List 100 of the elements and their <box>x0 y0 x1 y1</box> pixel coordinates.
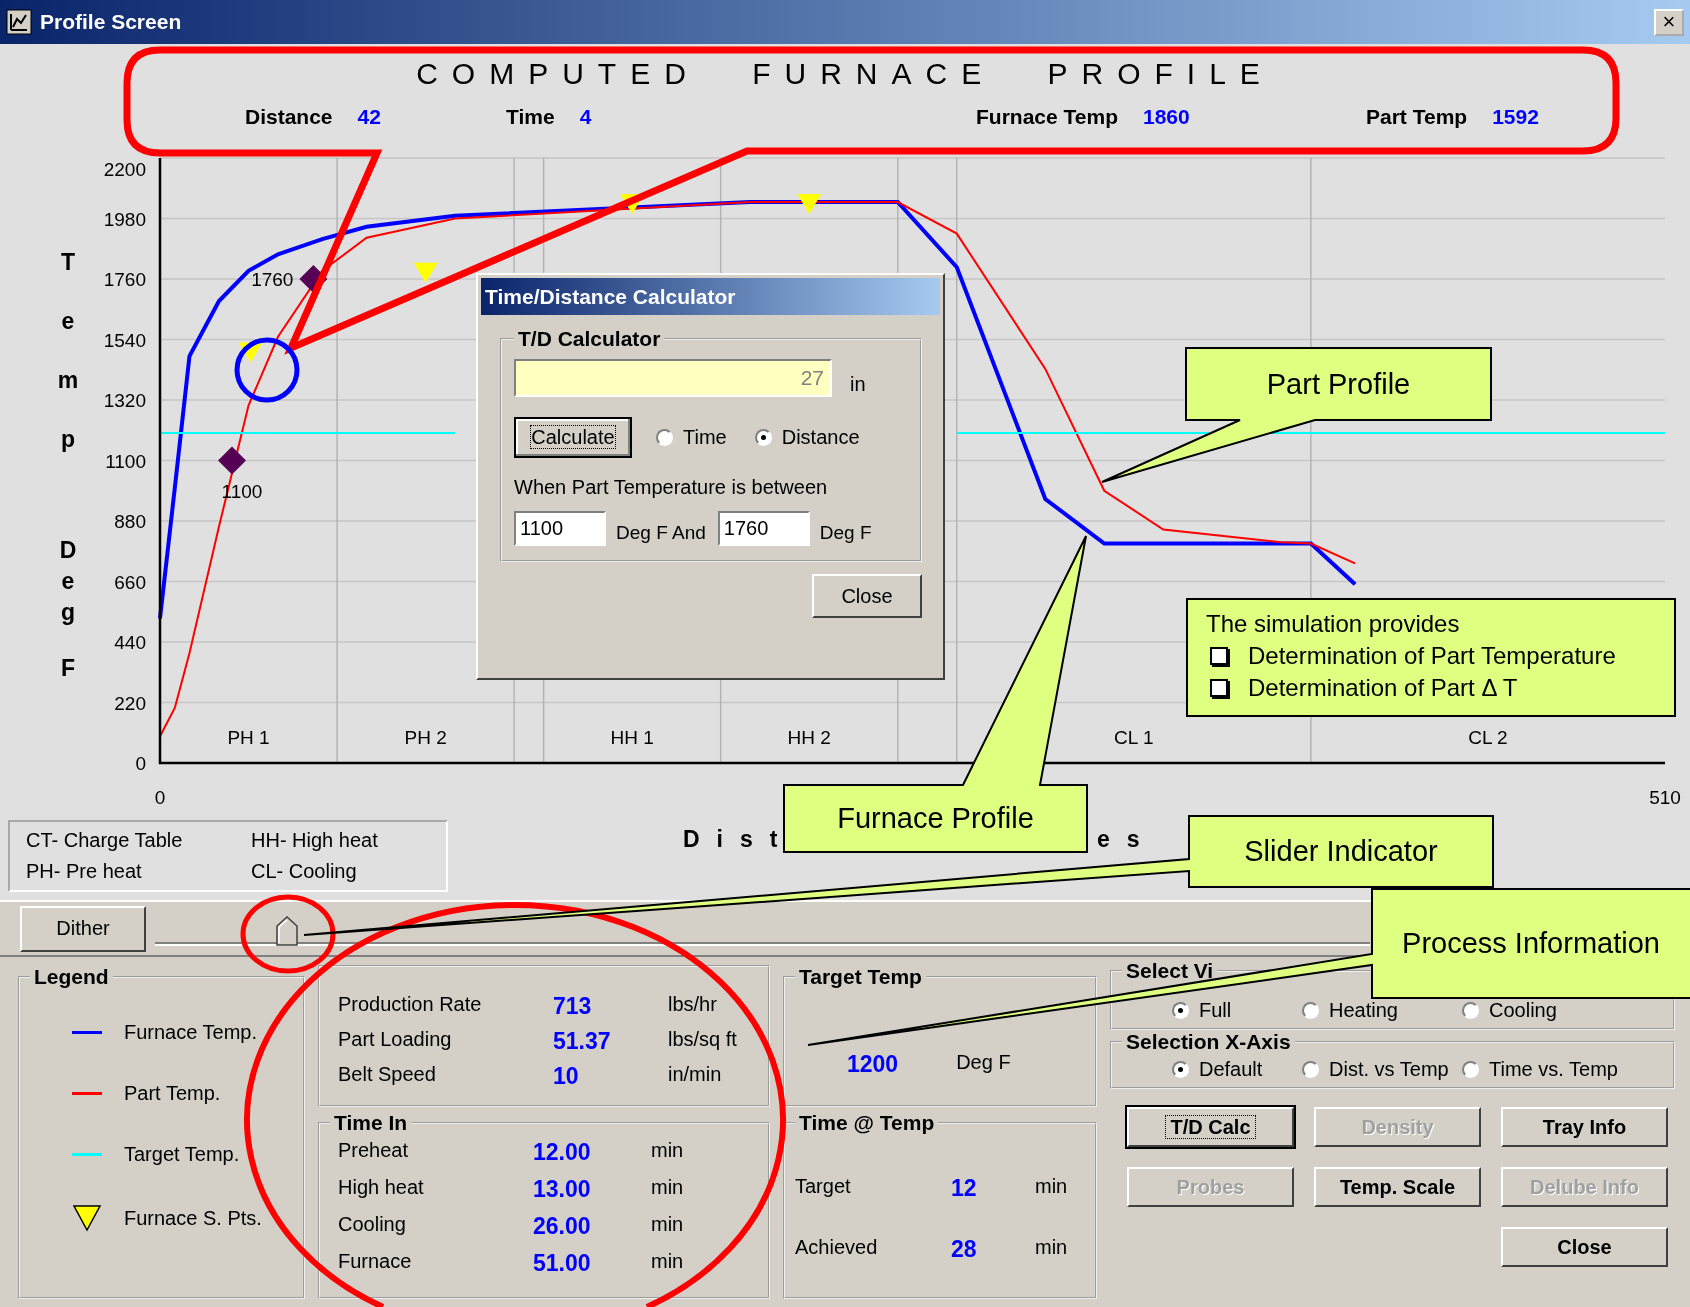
unit-label: lbs/hr <box>668 993 718 1017</box>
field-label: Production Rate <box>338 993 483 1017</box>
chart-title: COMPUTED FURNACE PROFILE <box>415 56 1275 92</box>
field-label: Belt Speed <box>338 1063 437 1087</box>
radio-label[interactable]: Heating <box>1329 999 1398 1022</box>
legend-label: Target Temp. <box>124 1143 240 1166</box>
callout-text: Slider Indicator <box>1244 835 1438 868</box>
legend-label: Part Temp. <box>124 1082 221 1105</box>
input-field[interactable]: 1100 <box>514 511 606 546</box>
callout-text: Furnace Profile <box>837 802 1034 835</box>
legend-label: Furnace Temp. <box>124 1021 258 1044</box>
tick-label: 1760 <box>103 269 146 290</box>
radio-label[interactable]: Full <box>1199 999 1232 1022</box>
zone-label: HH 1 <box>610 727 654 748</box>
tick-label: 510 <box>1649 787 1681 808</box>
stat-value: 1860 <box>1143 104 1190 130</box>
input-field[interactable]: 1760 <box>717 511 810 546</box>
field-label: Part Loading <box>338 1028 453 1052</box>
axis-title-letter: e <box>61 568 75 594</box>
zone-label: CL 1 <box>1114 727 1154 748</box>
group-title: T/D Calculator <box>517 327 662 351</box>
group-title: Select Vi <box>1125 959 1215 983</box>
abbreviation-text: HH- High heat <box>251 829 379 852</box>
axis-title-letter: g <box>60 599 76 625</box>
unit-label: min <box>1035 1236 1069 1260</box>
unit-label: in/min <box>668 1063 723 1087</box>
radio-label[interactable]: Time <box>683 426 727 449</box>
radio-label[interactable]: Cooling <box>1489 999 1557 1022</box>
stat-label: Part Temp <box>1366 104 1468 130</box>
stat-value: 4 <box>579 104 592 130</box>
action-button[interactable]: Tray Info <box>1501 1107 1668 1147</box>
radio-label[interactable]: Dist. vs Temp <box>1329 1058 1449 1081</box>
tick-label: 440 <box>114 632 146 653</box>
window-title: Profile Screen <box>40 10 183 34</box>
stat-value: 42 <box>357 104 381 130</box>
abbreviation-text: PH- Pre heat <box>26 860 143 883</box>
dialog-title: Time/Distance Calculator <box>481 278 940 315</box>
unit-label: min <box>1035 1175 1069 1199</box>
unit-label: Deg F <box>956 1051 1011 1075</box>
axis-title-letter: D <box>59 537 77 563</box>
close-button[interactable]: × <box>1654 8 1684 36</box>
unit-label: min <box>651 1139 685 1163</box>
unit-label: lbs/sq ft <box>668 1028 738 1052</box>
field-value: 13.00 <box>533 1176 592 1203</box>
legend-label: Furnace S. Pts. <box>124 1206 262 1230</box>
unit-label: min <box>651 1176 685 1200</box>
note-text: Determination of Part Temperature <box>1248 642 1616 670</box>
action-button[interactable]: T/D Calc <box>1127 1107 1294 1147</box>
zone-label: CL 2 <box>1468 727 1508 748</box>
field-label: Cooling <box>338 1213 407 1237</box>
action-button[interactable]: Close <box>1501 1227 1668 1267</box>
tick-label: 1100 <box>105 450 146 472</box>
action-button[interactable]: Temp. Scale <box>1314 1167 1481 1207</box>
tick-label: 0 <box>154 787 166 808</box>
callout-text: Part Profile <box>1266 367 1411 401</box>
field-label: Furnace <box>338 1250 413 1274</box>
field-value: 12 <box>951 1175 978 1202</box>
tick-label: 660 <box>114 571 146 593</box>
result-field[interactable]: 27 <box>514 359 832 397</box>
dither-button[interactable]: Dither <box>20 905 146 952</box>
axis-title-letter: e <box>61 308 75 334</box>
unit-label: in <box>850 372 866 396</box>
zone-label: PH 2 <box>404 727 447 748</box>
field-label: High heat <box>338 1176 425 1200</box>
abbreviation-text: CT- Charge Table <box>26 829 184 852</box>
group-title: Selection X-Axis <box>1125 1030 1292 1054</box>
axis-title-letter: p <box>60 426 76 452</box>
field-label: Achieved <box>795 1236 879 1260</box>
unit-label: min <box>651 1250 685 1274</box>
tick-label: 1540 <box>103 329 146 351</box>
group-title: Time @ Temp <box>798 1111 936 1135</box>
axis-title-letter: T <box>60 249 76 275</box>
tick-label: 0 <box>135 753 146 774</box>
axis-title-letter: m <box>57 367 79 393</box>
note-text: Determination of Part Δ T <box>1248 674 1518 702</box>
radio-label[interactable]: Distance <box>781 426 860 449</box>
axis-title-letter: F <box>60 655 76 681</box>
close-button[interactable]: Close <box>812 574 922 618</box>
tick-label: 1980 <box>103 208 146 230</box>
field-label: Target <box>795 1175 852 1199</box>
axis-title: es <box>1097 826 1157 853</box>
stat-label: Time <box>506 104 555 130</box>
field-value: 26.00 <box>533 1213 592 1240</box>
calculate-button[interactable]: Calculate <box>514 417 632 458</box>
stat-value: 1592 <box>1492 104 1539 130</box>
field-value: 51.37 <box>553 1028 612 1055</box>
zone-label: PH 1 <box>227 727 270 748</box>
zone-label: HH 2 <box>787 727 831 748</box>
field-value: 713 <box>553 993 593 1020</box>
radio-label[interactable]: Time vs. Temp <box>1489 1058 1618 1081</box>
abbreviation-text: CL- Cooling <box>251 860 358 883</box>
callout-text: Process Information <box>1402 927 1660 960</box>
point-label: 1760 <box>251 269 294 290</box>
tick-label: 880 <box>114 511 146 532</box>
field-value: 10 <box>553 1063 580 1090</box>
stat-label: Furnace Temp <box>976 104 1118 130</box>
group-title: Target Temp <box>798 965 923 989</box>
unit-label: Deg F And <box>616 521 706 544</box>
radio-label[interactable]: Default <box>1199 1058 1263 1081</box>
note-title: The simulation provides <box>1206 610 1461 638</box>
